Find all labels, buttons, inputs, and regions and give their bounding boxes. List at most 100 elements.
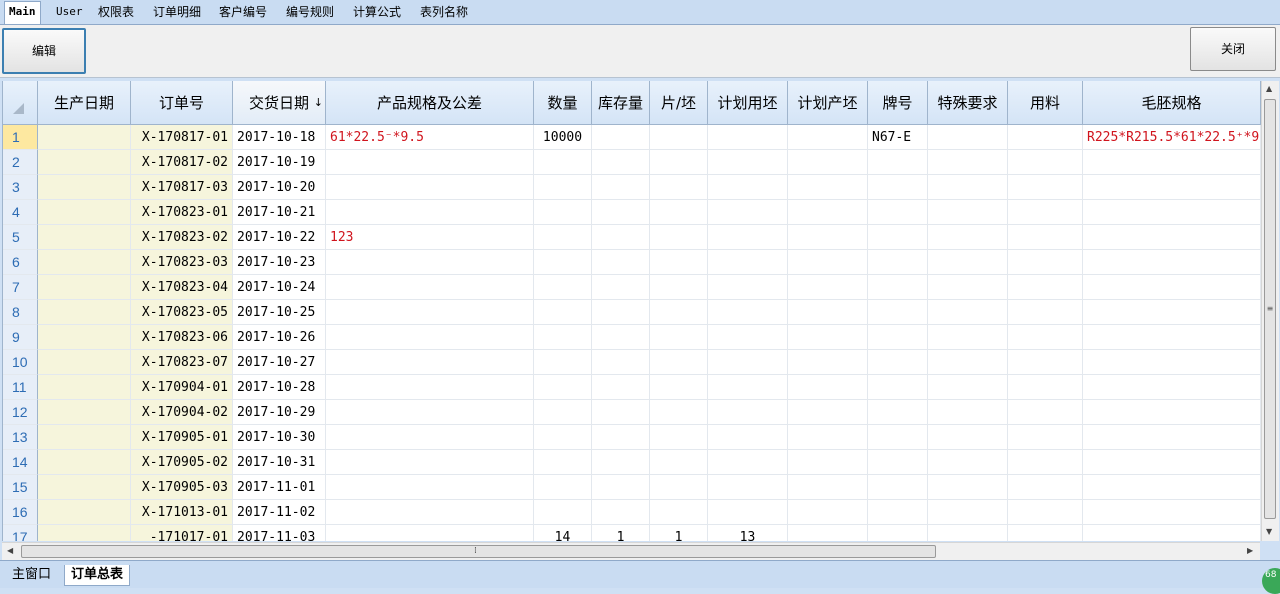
cell-plan-output[interactable] xyxy=(788,375,868,400)
cell-plan-output[interactable] xyxy=(788,200,868,225)
table-row[interactable]: 14 X-170905-02 2017-10-31 xyxy=(3,450,1261,475)
cell-material[interactable] xyxy=(1008,125,1083,150)
scroll-right-icon[interactable]: ▶ xyxy=(1247,546,1253,555)
cell-material[interactable] xyxy=(1008,500,1083,525)
cell-stock[interactable] xyxy=(592,375,650,400)
cell-stock[interactable] xyxy=(592,250,650,275)
cell-order-number[interactable]: X-170823-04 xyxy=(131,275,233,300)
cell-production-date[interactable] xyxy=(38,475,131,500)
col-header-quantity[interactable]: 数量 xyxy=(534,81,592,125)
cell-spec[interactable] xyxy=(326,325,534,350)
cell-special[interactable] xyxy=(928,450,1008,475)
row-number[interactable]: 15 xyxy=(3,475,38,500)
cell-spec[interactable] xyxy=(326,275,534,300)
bottom-tab-order-summary[interactable]: 订单总表 xyxy=(64,565,131,586)
cell-quantity[interactable]: 10000 xyxy=(534,125,592,150)
cell-production-date[interactable] xyxy=(38,425,131,450)
cell-order-number[interactable]: X-170823-06 xyxy=(131,325,233,350)
cell-pieces[interactable] xyxy=(650,325,708,350)
cell-plan-output[interactable] xyxy=(788,125,868,150)
row-number[interactable]: 7 xyxy=(3,275,38,300)
cell-pieces[interactable]: 1 xyxy=(650,525,708,541)
col-header-grade[interactable]: 牌号 xyxy=(868,81,928,125)
cell-quantity[interactable] xyxy=(534,250,592,275)
cell-plan-use[interactable] xyxy=(708,375,788,400)
cell-stock[interactable] xyxy=(592,225,650,250)
cell-blank-spec[interactable] xyxy=(1083,275,1261,300)
cell-pieces[interactable] xyxy=(650,175,708,200)
cell-special[interactable] xyxy=(928,250,1008,275)
cell-blank-spec[interactable] xyxy=(1083,250,1261,275)
cell-grade[interactable] xyxy=(868,175,928,200)
cell-plan-use[interactable] xyxy=(708,250,788,275)
cell-plan-output[interactable] xyxy=(788,475,868,500)
cell-grade[interactable] xyxy=(868,425,928,450)
cell-stock[interactable] xyxy=(592,425,650,450)
cell-delivery-date[interactable]: 2017-11-02 xyxy=(233,500,326,525)
cell-delivery-date[interactable]: 2017-10-24 xyxy=(233,275,326,300)
row-number[interactable]: 12 xyxy=(3,400,38,425)
cell-production-date[interactable] xyxy=(38,350,131,375)
cell-spec[interactable] xyxy=(326,150,534,175)
cell-blank-spec[interactable] xyxy=(1083,325,1261,350)
cell-plan-output[interactable] xyxy=(788,250,868,275)
cell-pieces[interactable] xyxy=(650,225,708,250)
cell-plan-output[interactable] xyxy=(788,500,868,525)
cell-delivery-date[interactable]: 2017-10-23 xyxy=(233,250,326,275)
horizontal-scrollbar[interactable]: ◀ ⁞ ▶ xyxy=(2,542,1260,560)
bottom-tab-main-window[interactable]: 主窗口 xyxy=(6,565,57,585)
cell-production-date[interactable] xyxy=(38,200,131,225)
cell-stock[interactable]: 1 xyxy=(592,525,650,541)
col-header-plan-use[interactable]: 计划用坯 xyxy=(708,81,788,125)
cell-production-date[interactable] xyxy=(38,300,131,325)
cell-grade[interactable] xyxy=(868,325,928,350)
col-header-material[interactable]: 用料 xyxy=(1008,81,1083,125)
table-row[interactable]: 2 X-170817-02 2017-10-19 xyxy=(3,150,1261,175)
cell-pieces[interactable] xyxy=(650,425,708,450)
cell-grade[interactable] xyxy=(868,200,928,225)
cell-delivery-date[interactable]: 2017-10-20 xyxy=(233,175,326,200)
cell-grade[interactable] xyxy=(868,150,928,175)
cell-stock[interactable] xyxy=(592,125,650,150)
cell-quantity[interactable] xyxy=(534,375,592,400)
table-row[interactable]: 3 X-170817-03 2017-10-20 xyxy=(3,175,1261,200)
cell-material[interactable] xyxy=(1008,400,1083,425)
scroll-left-icon[interactable]: ◀ xyxy=(7,546,13,555)
cell-plan-use[interactable] xyxy=(708,225,788,250)
cell-spec[interactable]: 123 xyxy=(326,225,534,250)
cell-production-date[interactable] xyxy=(38,525,131,541)
cell-quantity[interactable]: 14 xyxy=(534,525,592,541)
cell-quantity[interactable] xyxy=(534,200,592,225)
cell-blank-spec[interactable] xyxy=(1083,450,1261,475)
table-row[interactable]: 8 X-170823-05 2017-10-25 xyxy=(3,300,1261,325)
table-row[interactable]: 9 X-170823-06 2017-10-26 xyxy=(3,325,1261,350)
cell-production-date[interactable] xyxy=(38,125,131,150)
cell-pieces[interactable] xyxy=(650,500,708,525)
cell-plan-output[interactable] xyxy=(788,300,868,325)
cell-delivery-date[interactable]: 2017-11-03 xyxy=(233,525,326,541)
row-number[interactable]: 1 xyxy=(3,125,38,150)
cell-spec[interactable] xyxy=(326,525,534,541)
cell-quantity[interactable] xyxy=(534,475,592,500)
cell-special[interactable] xyxy=(928,350,1008,375)
select-all-corner[interactable] xyxy=(3,81,38,125)
cell-material[interactable] xyxy=(1008,150,1083,175)
cell-order-number[interactable]: X-170823-03 xyxy=(131,250,233,275)
cell-material[interactable] xyxy=(1008,275,1083,300)
cell-plan-output[interactable] xyxy=(788,350,868,375)
cell-quantity[interactable] xyxy=(534,150,592,175)
row-number[interactable]: 4 xyxy=(3,200,38,225)
cell-production-date[interactable] xyxy=(38,500,131,525)
cell-spec[interactable] xyxy=(326,375,534,400)
cell-production-date[interactable] xyxy=(38,150,131,175)
col-header-plan-output[interactable]: 计划产坯 xyxy=(788,81,868,125)
cell-plan-use[interactable] xyxy=(708,150,788,175)
cell-delivery-date[interactable]: 2017-10-21 xyxy=(233,200,326,225)
cell-plan-use[interactable] xyxy=(708,425,788,450)
cell-pieces[interactable] xyxy=(650,250,708,275)
col-header-special[interactable]: 特殊要求 xyxy=(928,81,1008,125)
cell-grade[interactable] xyxy=(868,250,928,275)
cell-blank-spec[interactable] xyxy=(1083,375,1261,400)
cell-stock[interactable] xyxy=(592,200,650,225)
cell-material[interactable] xyxy=(1008,225,1083,250)
